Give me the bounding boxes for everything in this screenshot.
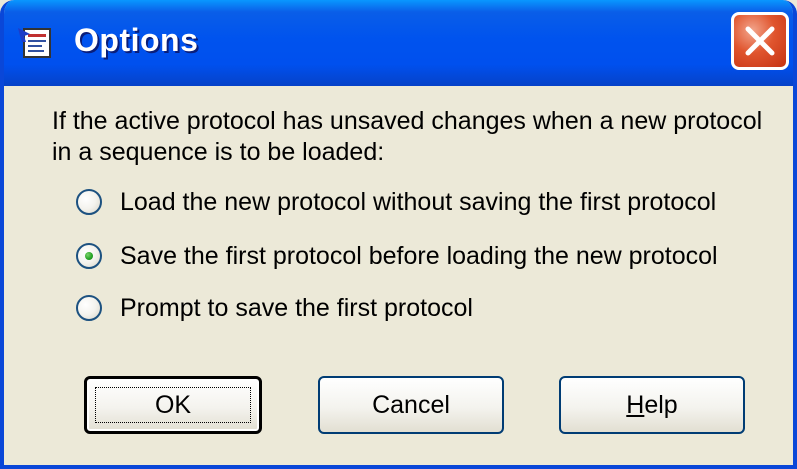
help-button[interactable]: Help bbox=[559, 376, 745, 434]
dialog-body: If the active protocol has unsaved chang… bbox=[4, 86, 793, 465]
focus-ring bbox=[95, 387, 251, 423]
radio-option-save-before-loading[interactable]: Save the first protocol before loading t… bbox=[76, 238, 718, 274]
radio-option-prompt-to-save[interactable]: Prompt to save the first protocol bbox=[76, 290, 473, 326]
radio-button[interactable] bbox=[76, 295, 102, 321]
help-label: Help bbox=[626, 391, 677, 420]
ok-button[interactable]: OK bbox=[84, 376, 262, 434]
help-mnemonic: H bbox=[626, 390, 645, 419]
radio-button[interactable] bbox=[76, 189, 102, 215]
cancel-label: Cancel bbox=[372, 390, 450, 419]
radio-button-checked[interactable] bbox=[76, 243, 102, 269]
app-icon bbox=[18, 26, 54, 60]
title-bar[interactable]: Options bbox=[4, 0, 793, 86]
cancel-button[interactable]: Cancel bbox=[318, 376, 504, 434]
close-icon bbox=[745, 26, 775, 56]
radio-label: Save the first protocol before loading t… bbox=[120, 241, 718, 270]
close-button[interactable] bbox=[731, 12, 789, 70]
options-dialog: Options If the active protocol has unsav… bbox=[0, 0, 797, 469]
radio-option-load-without-saving[interactable]: Load the new protocol without saving the… bbox=[76, 184, 716, 220]
window-title: Options bbox=[74, 22, 199, 58]
radio-label: Load the new protocol without saving the… bbox=[120, 187, 717, 216]
prompt-text: If the active protocol has unsaved chang… bbox=[52, 107, 763, 166]
help-label-rest: elp bbox=[644, 390, 678, 419]
radio-label: Prompt to save the first protocol bbox=[120, 293, 473, 322]
